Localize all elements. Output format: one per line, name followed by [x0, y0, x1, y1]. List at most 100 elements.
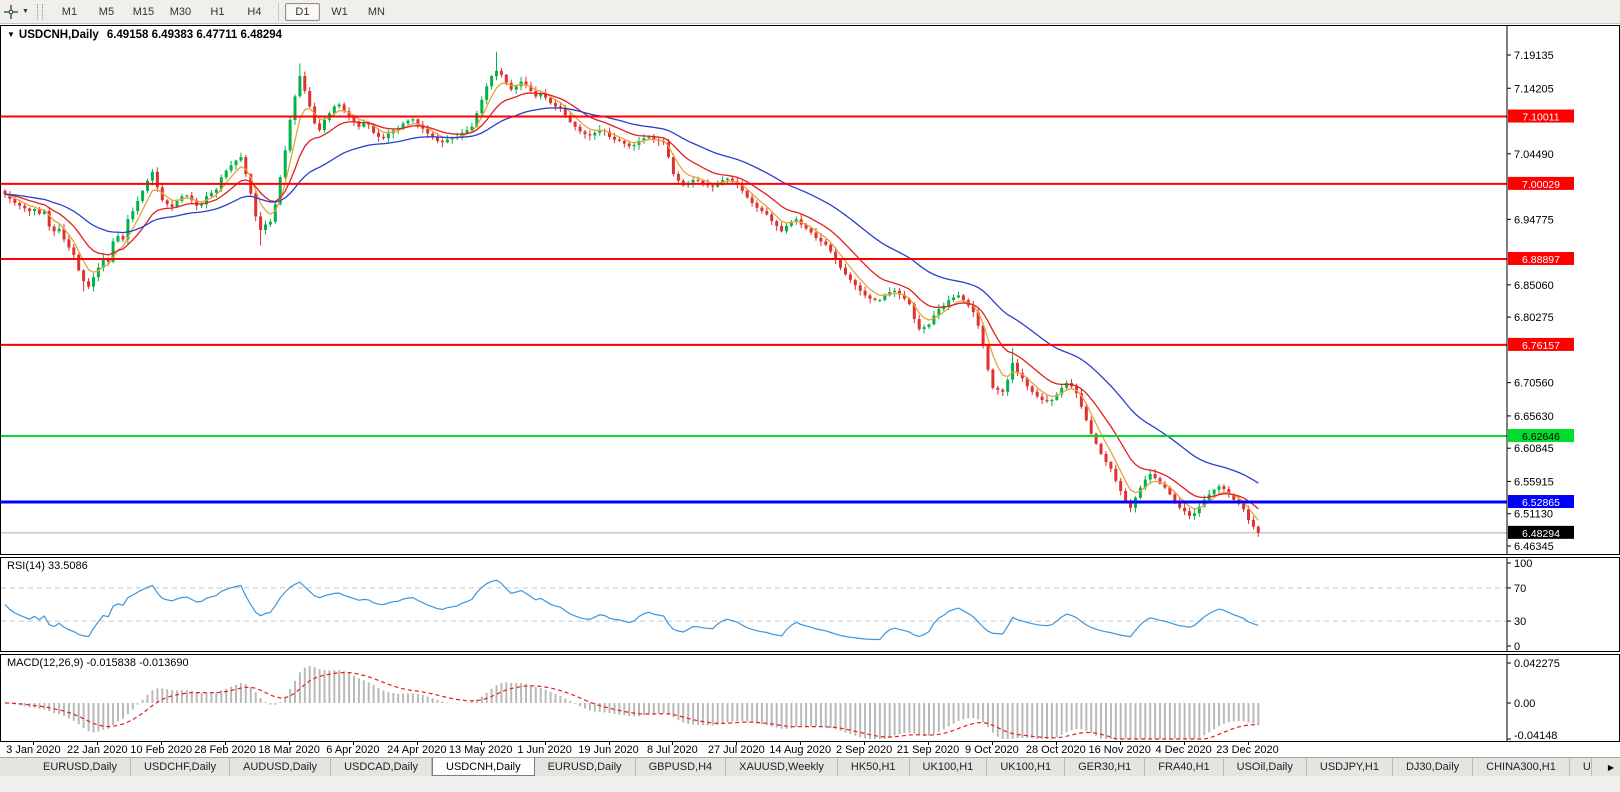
toolbar-grip[interactable]	[36, 3, 43, 20]
time-axis-label: 19 Jun 2020	[578, 744, 639, 756]
rsi-line	[4, 579, 1259, 641]
svg-text:7.10011: 7.10011	[1522, 112, 1559, 124]
time-axis-label: 8 Jul 2020	[647, 744, 698, 756]
time-axis-label: 1 Jun 2020	[517, 744, 572, 756]
timeframe-button-H1[interactable]: H1	[200, 3, 235, 21]
price-tick-label: 6.55915	[1514, 476, 1554, 488]
chart-tab-bar: EURUSD,Daily USDCHF,Daily AUDUSD,Daily USDC…	[0, 757, 1620, 776]
macd-label: MACD(12,26,9) -0.015838 -0.013690	[7, 657, 189, 669]
svg-text:6.76157: 6.76157	[1522, 340, 1560, 352]
macd-tick-label: -0.04148	[1514, 730, 1557, 741]
time-axis-label: 9 Oct 2020	[964, 744, 1019, 756]
rsi-tick-label: 100	[1514, 558, 1532, 570]
rsi-tick-label: 30	[1514, 616, 1526, 628]
dropdown-caret-icon[interactable]: ▼	[22, 8, 29, 15]
chart-tab-9-UK100-H1[interactable]: UK100,H1	[910, 758, 988, 776]
timeframe-button-D1[interactable]: D1	[284, 2, 320, 21]
chart-tab-10-UK100-H1[interactable]: UK100,H1	[987, 758, 1066, 776]
timeframe-button-M5[interactable]: M5	[89, 3, 124, 21]
moving-average-5	[4, 82, 1259, 521]
chart-tab-15-DJ30-Daily[interactable]: DJ30,Daily	[1393, 758, 1474, 776]
main-price-chart[interactable]: 7.19135 7.14205 7.04490 6.94775 6.85060 6.802…	[1, 26, 1619, 554]
time-axis-label: 13 May 2020	[448, 744, 513, 756]
time-axis-label: 3 Jan 2020	[6, 744, 61, 756]
chart-tab-13-USOil-Daily[interactable]: USOil,Daily	[1224, 758, 1307, 776]
price-tick-label: 6.80275	[1514, 312, 1554, 324]
timeframe-button-M15[interactable]: M15	[126, 3, 161, 21]
chart-ohlc-values: 6.49158 6.49383 6.47711 6.48294	[106, 29, 283, 41]
rsi-label: RSI(14) 33.5086	[7, 560, 88, 572]
chart-tab-8-HK50-H1[interactable]: HK50,H1	[838, 758, 910, 776]
chart-tab-0-EURUSD-Daily[interactable]: EURUSD,Daily	[30, 758, 131, 776]
timeframe-button-H4[interactable]: H4	[237, 3, 272, 21]
time-axis-label: 23 Dec 2020	[1216, 744, 1279, 756]
rsi-indicator-panel: 100 70 30 0 RSI(14) 33.5086	[0, 557, 1620, 652]
timeframe-button-M30[interactable]: M30	[163, 3, 198, 21]
time-axis-label: 27 Jul 2020	[707, 744, 765, 756]
time-axis-label: 18 Mar 2020	[258, 744, 320, 756]
chart-tab-7-XAUUSD-Weekly[interactable]: XAUUSD,Weekly	[726, 758, 838, 776]
chart-tab-16-CHINA300-H1[interactable]: CHINA300,H1	[1473, 758, 1570, 776]
rsi-value: 33.5086	[47, 560, 88, 572]
top-toolbar: ▼ M1 M5 M15 M30 H1 H4 D1 W1 MN	[0, 0, 1620, 24]
price-tick-label: 7.04490	[1514, 149, 1554, 161]
time-axis-label: 24 Apr 2020	[387, 744, 447, 756]
timeframe-button-W1[interactable]: W1	[322, 3, 357, 21]
time-axis-label: 28 Feb 2020	[194, 744, 256, 756]
status-strip	[0, 776, 1620, 792]
rsi-chart[interactable]: 100 70 30 0	[1, 558, 1619, 651]
chart-tab-4-USDCNH-Daily[interactable]: USDCNH,Daily	[432, 758, 535, 776]
time-axis-label: 21 Sep 2020	[896, 744, 960, 756]
toolbar-separator	[277, 2, 279, 21]
chart-tab-6-GBPUSD-H4[interactable]: GBPUSD,H4	[636, 758, 727, 776]
chart-tab-1-USDCHF-Daily[interactable]: USDCHF,Daily	[131, 758, 231, 776]
price-tick-label: 6.85060	[1514, 280, 1554, 292]
time-axis-label: 2 Sep 2020	[835, 744, 893, 756]
chart-tab-14-USDJPY-H1[interactable]: USDJPY,H1	[1307, 758, 1393, 776]
macd-indicator-panel: 0.042275 0.00 -0.04148 MACD(12,26,9) -0.01…	[0, 654, 1620, 742]
rsi-tick-label: 0	[1514, 641, 1520, 651]
timeframe-button-MN[interactable]: MN	[359, 3, 394, 21]
crosshair-tool-icon[interactable]	[2, 3, 20, 21]
chart-tab-17-U[interactable]: U	[1570, 758, 1592, 776]
time-axis-label: 14 Aug 2020	[769, 744, 832, 756]
svg-text:7.00029: 7.00029	[1522, 179, 1560, 191]
chart-title: ▼ USDCNH,Daily 6.49158 6.49383 6.47711 6.4…	[7, 29, 282, 41]
chart-tab-2-AUDUSD-Daily[interactable]: AUDUSD,Daily	[230, 758, 332, 776]
price-tick-label: 7.19135	[1514, 50, 1554, 62]
tab-scroll-right-icon[interactable]: ▶	[1602, 758, 1620, 776]
price-tick-label: 6.51130	[1514, 509, 1553, 521]
candles-layer	[3, 51, 1260, 537]
moving-average-13	[4, 92, 1259, 510]
price-tick-label: 6.94775	[1514, 214, 1554, 226]
chart-symbol-label: USDCNH,Daily	[18, 29, 99, 41]
time-axis-label: 6 Apr 2020	[326, 744, 380, 756]
macd-tick-label: 0.00	[1514, 698, 1535, 710]
chart-tab-3-USDCAD-Daily[interactable]: USDCAD,Daily	[331, 758, 433, 776]
time-axis[interactable]: 3 Jan 2020 22 Jan 2020 10 Feb 2020 28 Feb 2…	[0, 742, 1620, 756]
macd-chart[interactable]: 0.042275 0.00 -0.04148	[1, 655, 1619, 741]
time-axis-label: 16 Nov 2020	[1088, 744, 1151, 756]
moving-average-34	[4, 107, 1259, 484]
timeframe-toolbar: M1 M5 M15 M30 H1 H4 D1 W1 MN	[51, 0, 395, 23]
chart-tab-5-EURUSD-Daily[interactable]: EURUSD,Daily	[535, 758, 636, 776]
svg-text:6.48294: 6.48294	[1522, 528, 1560, 540]
chart-tab-12-FRA40-H1[interactable]: FRA40,H1	[1145, 758, 1224, 776]
chart-tab-11-GER30-H1[interactable]: GER30,H1	[1065, 758, 1146, 776]
svg-text:6.52865: 6.52865	[1522, 497, 1560, 509]
main-chart-panel: 7.19135 7.14205 7.04490 6.94775 6.85060 6.802…	[0, 25, 1620, 555]
macd-histogram	[8, 666, 1260, 739]
macd-tick-label: 0.042275	[1514, 658, 1560, 670]
price-tick-label: 6.65630	[1514, 411, 1554, 423]
rsi-tick-label: 70	[1514, 583, 1526, 595]
time-axis-label: 28 Oct 2020	[1025, 744, 1086, 756]
price-tick-label: 6.46345	[1514, 541, 1554, 553]
time-axis-label: 4 Dec 2020	[1155, 744, 1212, 756]
symbol-marker-icon[interactable]: ▼	[7, 30, 15, 39]
time-axis-label: 10 Feb 2020	[130, 744, 193, 756]
time-axis-label: 22 Jan 2020	[67, 744, 128, 756]
timeframe-button-M1[interactable]: M1	[52, 3, 87, 21]
svg-text:6.62646: 6.62646	[1522, 431, 1560, 443]
price-tick-label: 7.14205	[1514, 83, 1554, 95]
macd-values: -0.015838 -0.013690	[86, 657, 189, 669]
